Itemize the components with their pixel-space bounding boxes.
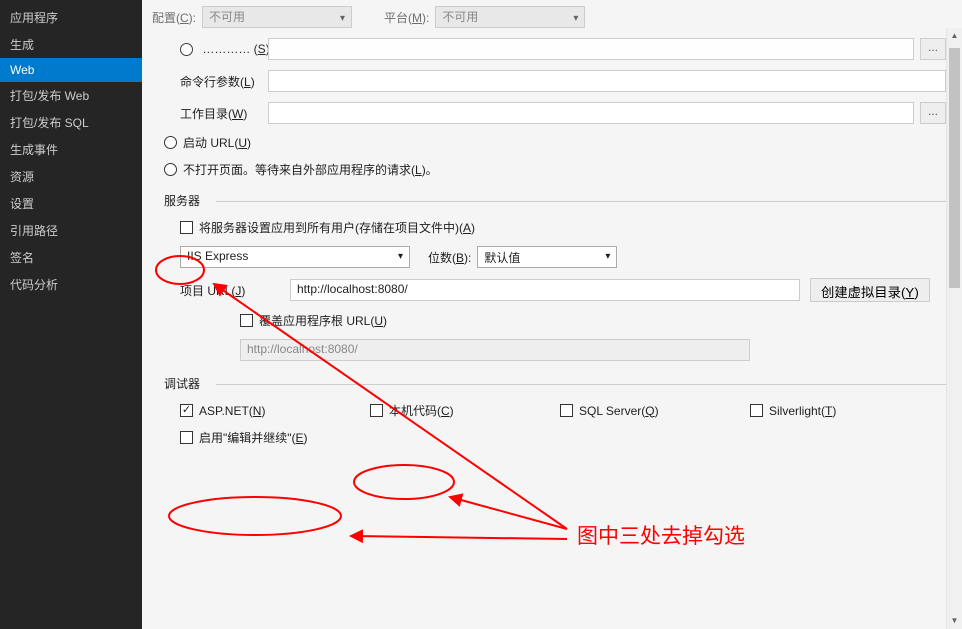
sidebar-item-codeanalysis[interactable]: 代码分析 — [0, 271, 142, 298]
project-url-input[interactable]: http://localhost:8080/ — [290, 279, 800, 301]
edit-continue-checkbox[interactable]: 启用"编辑并继续"(E) — [180, 429, 308, 446]
debugger-legend: 调试器 — [164, 377, 208, 391]
platform-combo[interactable]: 不可用▾ — [435, 6, 585, 28]
server-type-select[interactable]: IIS Express▾ — [180, 246, 410, 268]
override-root-input: http://localhost:8080/ — [240, 339, 750, 361]
workdir-label: 工作目录(W) — [164, 105, 268, 122]
no-open-radio[interactable]: 不打开页面。等待来自外部应用程序的请求(L)。 — [164, 161, 438, 178]
sidebar-item-app[interactable]: 应用程序 — [0, 4, 142, 31]
sidebar-item-build[interactable]: 生成 — [0, 31, 142, 58]
chevron-down-icon: ▾ — [398, 251, 403, 262]
truncated-radio-row: ………… (S) — [164, 42, 268, 56]
cmd-args-input[interactable] — [268, 70, 946, 92]
annotation-text: 图中三处去掉勾选 — [577, 520, 745, 550]
scroll-down-icon[interactable]: ▼ — [947, 613, 962, 629]
workdir-input[interactable] — [268, 102, 914, 124]
truncated-input[interactable] — [268, 38, 914, 60]
scrollbar-thumb[interactable] — [949, 48, 960, 288]
sidebar-item-signing[interactable]: 签名 — [0, 244, 142, 271]
project-url-label: 项目 URL(J) — [180, 282, 290, 299]
sidebar-item-pkgsql[interactable]: 打包/发布 SQL — [0, 109, 142, 136]
override-root-checkbox[interactable]: 覆盖应用程序根 URL(U) — [240, 312, 387, 329]
workdir-browse-button[interactable]: ... — [920, 102, 946, 124]
platform-label: 平台(M): — [384, 9, 429, 26]
sidebar-item-refpaths[interactable]: 引用路径 — [0, 217, 142, 244]
vertical-scrollbar[interactable]: ▲ ▼ — [946, 28, 962, 629]
cmd-args-label: 命令行参数(L) — [164, 73, 268, 90]
bitness-select[interactable]: 默认值▾ — [477, 246, 617, 268]
native-code-checkbox[interactable]: 本机代码(C) — [370, 402, 454, 419]
sidebar-item-settings[interactable]: 设置 — [0, 190, 142, 217]
config-label: 配置(C): — [152, 9, 196, 26]
start-url-radio[interactable]: 启动 URL(U) — [164, 134, 268, 151]
chevron-down-icon: ▾ — [605, 251, 610, 262]
sidebar: 应用程序 生成 Web 打包/发布 Web 打包/发布 SQL 生成事件 资源 … — [0, 0, 142, 629]
sql-server-checkbox[interactable]: SQL Server(Q) — [560, 404, 659, 418]
aspnet-checkbox[interactable]: ASP.NET(N) — [180, 404, 265, 418]
server-legend: 服务器 — [164, 194, 208, 208]
sidebar-item-resources[interactable]: 资源 — [0, 163, 142, 190]
apply-all-checkbox[interactable]: 将服务器设置应用到所有用户(存储在项目文件中)(A) — [180, 219, 475, 236]
chevron-down-icon: ▾ — [573, 11, 578, 27]
config-combo[interactable]: 不可用▾ — [202, 6, 352, 28]
create-vdir-button[interactable]: 创建虚拟目录(Y) — [810, 278, 930, 302]
bitness-label: 位数(B): — [428, 249, 471, 266]
sidebar-item-buildevents[interactable]: 生成事件 — [0, 136, 142, 163]
sidebar-item-pkgweb[interactable]: 打包/发布 Web — [0, 82, 142, 109]
silverlight-checkbox[interactable]: Silverlight(T) — [750, 404, 836, 418]
server-group: 服务器 将服务器设置应用到所有用户(存储在项目文件中)(A) IIS Expre… — [164, 192, 946, 361]
debugger-group: 调试器 ASP.NET(N) 本机代码(C) SQL Server(Q) Sil… — [164, 375, 946, 446]
scroll-up-icon[interactable]: ▲ — [947, 28, 962, 44]
main-panel: 配置(C): 不可用▾ 平台(M): 不可用▾ ………… (S) ... 命令行… — [142, 0, 962, 629]
chevron-down-icon: ▾ — [340, 11, 345, 27]
topbar: 配置(C): 不可用▾ 平台(M): 不可用▾ — [142, 0, 962, 34]
ellipsis-button[interactable]: ... — [920, 38, 946, 60]
sidebar-item-web[interactable]: Web — [0, 58, 142, 82]
